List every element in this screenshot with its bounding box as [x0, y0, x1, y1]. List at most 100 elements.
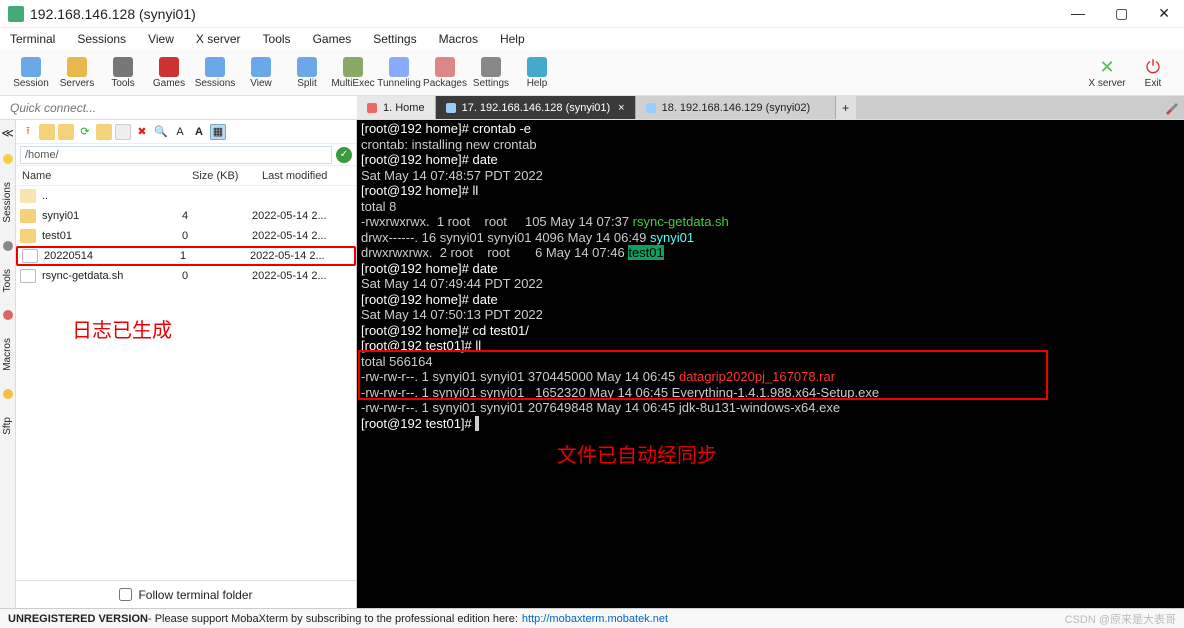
- side-tab-strip: ≪ Sessions Tools Macros Sftp: [0, 120, 16, 608]
- annotation-log-generated: 日志已生成: [72, 314, 172, 343]
- maximize-button[interactable]: ▢: [1109, 5, 1134, 22]
- menu-sessions[interactable]: Sessions: [77, 32, 126, 46]
- file-icon: [20, 269, 36, 283]
- bold-icon[interactable]: A: [191, 124, 207, 140]
- file-name: rsync-getdata.sh: [42, 270, 182, 282]
- font-icon[interactable]: A: [172, 124, 188, 140]
- toolbar-tools[interactable]: Tools: [100, 57, 146, 89]
- folder-icon[interactable]: [39, 124, 55, 140]
- close-button[interactable]: ✕: [1152, 5, 1176, 22]
- new-file-icon[interactable]: [115, 124, 131, 140]
- menu-games[interactable]: Games: [313, 32, 352, 46]
- home-icon: [367, 103, 377, 113]
- file-row[interactable]: 2022051412022-05-14 2...: [16, 246, 356, 266]
- follow-terminal-checkbox[interactable]: [119, 588, 132, 601]
- tab-add-button[interactable]: +: [836, 96, 856, 119]
- watermark: CSDN @原来是大表哥: [1065, 611, 1176, 627]
- menu-macros[interactable]: Macros: [439, 32, 478, 46]
- toolbar-view[interactable]: View: [238, 57, 284, 89]
- tunneling-icon: [389, 57, 409, 77]
- file-icon: [22, 249, 38, 263]
- side-tab-sftp[interactable]: Sftp: [2, 413, 13, 439]
- sessions-icon: [205, 57, 225, 77]
- globe-icon: [3, 389, 13, 399]
- toolbar-packages[interactable]: Packages: [422, 57, 468, 89]
- col-modified[interactable]: Last modified: [256, 170, 356, 182]
- tab-home[interactable]: 1. Home: [357, 96, 436, 119]
- sftp-file-list[interactable]: ..synyi0142022-05-14 2...test0102022-05-…: [16, 186, 356, 580]
- folder-open-icon[interactable]: [58, 124, 74, 140]
- file-modified: 2022-05-14 2...: [250, 250, 350, 262]
- search-icon[interactable]: 🔍: [153, 124, 169, 140]
- file-size: 0: [182, 270, 252, 282]
- menu-view[interactable]: View: [148, 32, 174, 46]
- star-icon: [3, 154, 13, 164]
- collapse-icon[interactable]: ≪: [1, 126, 14, 140]
- file-size: 1: [180, 250, 250, 262]
- side-tab-tools[interactable]: Tools: [2, 265, 13, 296]
- tab-session-1-label: 17. 192.168.146.128 (synyi01): [462, 102, 611, 114]
- tab-close-icon[interactable]: ×: [618, 102, 624, 114]
- new-folder-icon[interactable]: [96, 124, 112, 140]
- toolbar-split[interactable]: Split: [284, 57, 330, 89]
- quick-connect-input[interactable]: [0, 96, 357, 119]
- file-row[interactable]: ..: [16, 186, 356, 206]
- menu-bar: Terminal Sessions View X server Tools Ga…: [0, 28, 1184, 50]
- settings-icon: [481, 57, 501, 77]
- toolbar-servers[interactable]: Servers: [54, 57, 100, 89]
- title-bar: 192.168.146.128 (synyi01) — ▢ ✕: [0, 0, 1184, 28]
- grid-view-icon[interactable]: ▦: [210, 124, 226, 140]
- menu-help[interactable]: Help: [500, 32, 525, 46]
- up-folder-icon: [20, 189, 36, 203]
- refresh-icon[interactable]: ⟳: [77, 124, 93, 140]
- toolbar-help[interactable]: Help: [514, 57, 560, 89]
- file-name: test01: [42, 230, 182, 242]
- side-tab-macros[interactable]: Macros: [2, 334, 13, 375]
- minimize-button[interactable]: —: [1065, 5, 1091, 22]
- file-size: 4: [182, 210, 252, 222]
- file-size: 0: [182, 230, 252, 242]
- side-tab-sessions[interactable]: Sessions: [2, 178, 13, 227]
- sftp-footer: Follow terminal folder: [16, 580, 356, 608]
- status-message: - Please support MobaXterm by subscribin…: [148, 613, 518, 625]
- col-name[interactable]: Name: [16, 170, 186, 182]
- toolbar-games[interactable]: Games: [146, 57, 192, 89]
- view-icon: [251, 57, 271, 77]
- file-row[interactable]: synyi0142022-05-14 2...: [16, 206, 356, 226]
- tab-session-2[interactable]: 18. 192.168.146.129 (synyi02): [636, 96, 836, 119]
- toolbar-x-server[interactable]: ✕X server: [1084, 57, 1130, 89]
- tools-icon: [113, 57, 133, 77]
- file-modified: 2022-05-14 2...: [252, 210, 352, 222]
- terminal-pane[interactable]: [root@192 home]# crontab -e crontab: ins…: [357, 120, 1184, 608]
- menu-xserver[interactable]: X server: [196, 32, 241, 46]
- sftp-header: Name Size (KB) Last modified: [16, 166, 356, 186]
- col-size[interactable]: Size (KB): [186, 170, 256, 182]
- brush-icon[interactable]: [1164, 99, 1180, 115]
- games-icon: [159, 57, 179, 77]
- window-title: 192.168.146.128 (synyi01): [30, 6, 196, 22]
- toolbar-exit[interactable]: ⏻Exit: [1130, 57, 1176, 89]
- sftp-path-row: ✓: [16, 144, 356, 166]
- tab-session-1[interactable]: 17. 192.168.146.128 (synyi01) ×: [436, 96, 636, 119]
- toolbar-settings[interactable]: Settings: [468, 57, 514, 89]
- servers-icon: [67, 57, 87, 77]
- x server-icon: ✕: [1097, 57, 1117, 77]
- annotation-file-synced: 文件已自动经同步: [557, 449, 717, 464]
- status-link[interactable]: http://mobaxterm.mobatek.net: [522, 613, 668, 625]
- menu-tools[interactable]: Tools: [263, 32, 291, 46]
- menu-settings[interactable]: Settings: [373, 32, 416, 46]
- unregistered-label: UNREGISTERED VERSION: [8, 613, 148, 625]
- delete-icon[interactable]: ✖: [134, 124, 150, 140]
- toolbar-sessions[interactable]: Sessions: [192, 57, 238, 89]
- file-row[interactable]: test0102022-05-14 2...: [16, 226, 356, 246]
- toolbar-multiexec[interactable]: MultiExec: [330, 57, 376, 89]
- toolbar-session[interactable]: Session: [8, 57, 54, 89]
- session-tabs: 1. Home 17. 192.168.146.128 (synyi01) × 1…: [357, 96, 1184, 119]
- up-icon[interactable]: ⭱: [20, 124, 36, 140]
- path-ok-icon: ✓: [336, 147, 352, 163]
- menu-terminal[interactable]: Terminal: [10, 32, 55, 46]
- toolbar-tunneling[interactable]: Tunneling: [376, 57, 422, 89]
- file-row[interactable]: rsync-getdata.sh02022-05-14 2...: [16, 266, 356, 286]
- sftp-path-input[interactable]: [20, 146, 332, 164]
- file-name: 20220514: [44, 250, 180, 262]
